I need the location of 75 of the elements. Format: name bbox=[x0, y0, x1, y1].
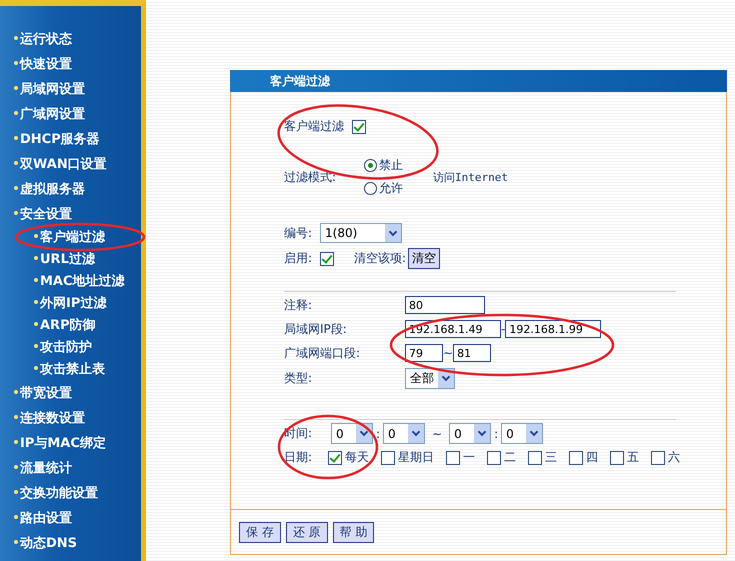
nav-item[interactable]: 快速设置 bbox=[0, 52, 141, 77]
nav-item[interactable]: 连接数设置 bbox=[0, 406, 141, 431]
nav-item[interactable]: 双WAN口设置 bbox=[0, 152, 141, 177]
checkbox[interactable] bbox=[651, 450, 665, 464]
field-label: 清空该项: bbox=[354, 250, 406, 267]
checkbox[interactable] bbox=[381, 450, 395, 464]
clear-button[interactable]: 清空 bbox=[408, 248, 440, 269]
nav-item[interactable]: 带宽设置 bbox=[0, 381, 141, 406]
day-label: 五 bbox=[627, 449, 639, 466]
mode-suffix: 访问Internet bbox=[433, 170, 508, 184]
field-label: 客户端过滤 bbox=[284, 118, 344, 135]
nav-item[interactable]: 局域网设置 bbox=[0, 77, 141, 102]
nav-item[interactable]: 路由设置 bbox=[0, 506, 141, 531]
nav-subitem[interactable]: 攻击防护 bbox=[0, 337, 141, 359]
field-label: 局域网IP段: bbox=[284, 320, 348, 338]
checkbox[interactable] bbox=[320, 252, 334, 266]
day-label: 六 bbox=[668, 449, 680, 466]
nav-item[interactable]: 运行状态 bbox=[0, 27, 141, 52]
ip-end-field[interactable]: 192.168.1.99 bbox=[505, 320, 602, 338]
nav-subitem[interactable]: 客户端过滤 bbox=[0, 227, 141, 249]
nav-subitem[interactable]: URL过滤 bbox=[0, 249, 141, 271]
minute-select[interactable]: 0 bbox=[383, 423, 426, 444]
field-label: 类型: bbox=[284, 370, 314, 387]
checkbox[interactable] bbox=[610, 450, 624, 464]
nav-item[interactable]: 流量统计 bbox=[0, 456, 141, 481]
day-label: 一 bbox=[463, 449, 475, 466]
checkbox[interactable] bbox=[487, 450, 501, 464]
nav-item[interactable]: IP与MAC绑定 bbox=[0, 431, 141, 456]
nav-subitem[interactable]: MAC地址过滤 bbox=[0, 271, 141, 293]
nav-subitem[interactable]: ARP防御 bbox=[0, 315, 141, 337]
day-label: 三 bbox=[545, 449, 557, 466]
form-button[interactable]: 帮 助 bbox=[332, 522, 374, 542]
type-select[interactable]: 全部 bbox=[405, 368, 455, 389]
field-label: 日期: bbox=[284, 449, 314, 466]
checkbox[interactable] bbox=[528, 450, 542, 464]
checkbox[interactable] bbox=[328, 450, 342, 464]
field-label: 广域网端口段: bbox=[284, 344, 362, 362]
radio-button[interactable] bbox=[364, 182, 377, 195]
range-separator: ~ bbox=[443, 346, 454, 360]
time-separator: : bbox=[494, 426, 498, 440]
nav-item[interactable]: 安全设置 bbox=[0, 202, 141, 227]
field-label: 启用: bbox=[284, 250, 314, 267]
nav-item[interactable]: 动态DNS bbox=[0, 531, 141, 556]
hour-select[interactable]: 0 bbox=[449, 423, 492, 444]
checkbox[interactable] bbox=[446, 450, 460, 464]
nav-item[interactable]: 广域网设置 bbox=[0, 102, 141, 127]
day-label: 二 bbox=[504, 449, 516, 466]
day-label: 星期日 bbox=[398, 449, 434, 466]
form-button[interactable]: 还 原 bbox=[286, 522, 328, 542]
nav-item[interactable]: 交换功能设置 bbox=[0, 481, 141, 506]
range-separator: ~ bbox=[432, 426, 442, 440]
checkbox[interactable] bbox=[352, 120, 366, 134]
panel-title: 客户端过滤 bbox=[270, 72, 330, 90]
form-button[interactable]: 保 存 bbox=[239, 522, 281, 542]
radio-label: 禁止 bbox=[379, 157, 403, 174]
number-select[interactable]: 1(80) bbox=[320, 223, 402, 243]
ip-start-field[interactable]: 192.168.1.49 bbox=[405, 320, 501, 338]
comment-field[interactable]: 80 bbox=[405, 296, 485, 314]
time-separator: : bbox=[376, 426, 380, 440]
radio-label: 允许 bbox=[379, 180, 403, 197]
hour-select[interactable]: 0 bbox=[331, 423, 373, 444]
port-end-field[interactable]: 81 bbox=[453, 344, 492, 362]
checkbox[interactable] bbox=[569, 450, 583, 464]
day-label: 四 bbox=[586, 449, 598, 466]
port-start-field[interactable]: 79 bbox=[405, 344, 443, 362]
nav-subitem[interactable]: 攻击禁止表 bbox=[0, 359, 141, 381]
field-label: 编号: bbox=[284, 224, 314, 242]
range-separator: - bbox=[501, 322, 506, 336]
day-label: 每天 bbox=[345, 449, 369, 466]
radio-button[interactable] bbox=[364, 159, 377, 172]
nav-item[interactable]: 虚拟服务器 bbox=[0, 177, 141, 202]
field-label: 注释: bbox=[284, 296, 314, 314]
nav-subitem[interactable]: 外网IP过滤 bbox=[0, 293, 141, 315]
nav-item[interactable]: DHCP服务器 bbox=[0, 127, 141, 152]
minute-select[interactable]: 0 bbox=[501, 423, 544, 444]
